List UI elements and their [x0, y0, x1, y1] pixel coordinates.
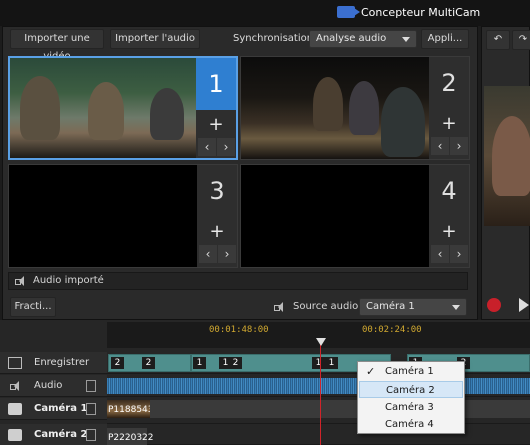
- camera-4-controls: 4 + ‹ ›: [429, 165, 469, 267]
- document-icon[interactable]: [86, 429, 96, 441]
- timecode: 00:02:24:00: [362, 325, 422, 335]
- audio-lane[interactable]: [107, 375, 530, 397]
- timeline-header-spacer: [0, 322, 107, 348]
- clip-name: P1188543: [108, 405, 154, 415]
- document-icon[interactable]: [86, 380, 96, 392]
- camera-chip[interactable]: 2: [142, 357, 155, 369]
- camera-2-lane[interactable]: P2220322: [107, 426, 530, 445]
- audio-status-bar: Audio importé: [8, 272, 468, 290]
- camera-1-prev-icon[interactable]: ‹: [198, 138, 216, 156]
- menu-item-camera-2[interactable]: Caméra 2: [359, 381, 463, 398]
- fraction-button[interactable]: Fracti...: [10, 297, 56, 317]
- audio-status-text: Audio importé: [33, 275, 104, 286]
- camera-2-prev-icon[interactable]: ‹: [431, 137, 449, 155]
- chevron-down-icon: [452, 305, 460, 310]
- track-header-record[interactable]: Enregistrer: [0, 352, 107, 374]
- camera-chip[interactable]: 2: [229, 357, 242, 369]
- apply-button[interactable]: Appli...: [421, 29, 469, 49]
- menu-item-label: Caméra 4: [385, 419, 434, 430]
- camera-view-1[interactable]: 1 + ‹ ›: [8, 56, 238, 160]
- source-speaker-icon: [274, 302, 286, 312]
- sync-dropdown[interactable]: Analyse audio: [309, 30, 417, 48]
- title-bar: Concepteur MultiCam: [0, 0, 530, 26]
- window-title: Concepteur MultiCam: [361, 6, 481, 19]
- menu-item-label: Caméra 1: [385, 366, 434, 377]
- audio-source-label: Source audio :: [293, 301, 365, 312]
- camera-3-next-icon[interactable]: ›: [218, 245, 236, 263]
- camera-2-add-icon[interactable]: +: [429, 115, 469, 133]
- camera-1-number: 1: [196, 58, 236, 110]
- camera-4-prev-icon[interactable]: ‹: [431, 245, 449, 263]
- audio-waveform: [107, 378, 530, 394]
- camera-context-menu: ✓ Caméra 1 Caméra 2 Caméra 3 Caméra 4: [357, 361, 465, 434]
- camera-4-add-icon[interactable]: +: [429, 223, 469, 241]
- menu-item-camera-1[interactable]: ✓ Caméra 1: [359, 363, 463, 380]
- undo-button[interactable]: ↶: [486, 30, 510, 50]
- sync-label: Synchronisation :: [233, 33, 320, 44]
- camera-view-4[interactable]: 4 + ‹ ›: [240, 164, 470, 268]
- camera-2-next-icon[interactable]: ›: [450, 137, 468, 155]
- audio-source-dropdown[interactable]: Caméra 1: [359, 298, 467, 316]
- camera-3-number: 3: [209, 177, 225, 205]
- redo-button[interactable]: ↷: [512, 30, 530, 50]
- timecode: 00:01:48:00: [209, 325, 269, 335]
- camera-4-number: 4: [441, 177, 457, 205]
- track-name: Audio: [34, 380, 63, 391]
- camera-2-preview: [241, 57, 429, 159]
- camera-1-lane[interactable]: P1188543: [107, 398, 530, 424]
- camera-chip[interactable]: 1: [193, 357, 206, 369]
- multicam-logo-icon: [337, 6, 360, 18]
- camera-3-prev-icon[interactable]: ‹: [199, 245, 217, 263]
- menu-item-label: Caméra 2: [386, 385, 435, 396]
- speaker-icon: [10, 381, 22, 391]
- play-icon[interactable]: [519, 298, 529, 312]
- camera-3-controls: 3 + ‹ ›: [197, 165, 237, 267]
- chevron-down-icon: [402, 37, 410, 42]
- track-name: Caméra 1: [34, 403, 88, 414]
- document-icon[interactable]: [86, 403, 96, 415]
- menu-item-camera-3[interactable]: Caméra 3: [359, 399, 463, 416]
- menu-item-label: Caméra 3: [385, 402, 434, 413]
- camera-1-clip[interactable]: P1188543: [107, 400, 154, 418]
- playhead-handle[interactable]: [316, 338, 326, 346]
- track-header-camera-2[interactable]: Caméra 2: [0, 424, 107, 445]
- speaker-icon: [15, 276, 27, 286]
- camera-1-clip-body[interactable]: [150, 400, 530, 418]
- track-name: Caméra 2: [34, 429, 88, 440]
- camera-3-add-icon[interactable]: +: [197, 223, 237, 241]
- monitor-icon: [8, 357, 22, 369]
- sync-value: Analyse audio: [316, 33, 387, 44]
- camera-chip[interactable]: 1: [325, 357, 338, 369]
- camera-1-add-icon[interactable]: +: [196, 116, 236, 134]
- track-header-camera-1[interactable]: Caméra 1: [0, 398, 107, 420]
- camera-chip[interactable]: 2: [111, 357, 124, 369]
- track-name: Enregistrer: [34, 357, 90, 368]
- import-audio-button[interactable]: Importer l'audio: [110, 29, 200, 49]
- camera-1-preview: [10, 58, 198, 158]
- camera-chip[interactable]: 1: [312, 357, 325, 369]
- camera-icon: [8, 429, 22, 441]
- checkmark-icon: ✓: [366, 365, 376, 378]
- clip-name: P2220322: [108, 433, 154, 443]
- camera-view-3[interactable]: 3 + ‹ ›: [8, 164, 238, 268]
- camera-4-next-icon[interactable]: ›: [450, 245, 468, 263]
- main-preview: [484, 86, 530, 226]
- import-video-button[interactable]: Importer une vidéo: [10, 29, 104, 62]
- camera-2-controls: 2 + ‹ ›: [429, 57, 469, 159]
- camera-1-next-icon[interactable]: ›: [217, 138, 235, 156]
- record-button[interactable]: [487, 298, 501, 312]
- undo-icon: ↶: [493, 34, 503, 45]
- track-header-audio[interactable]: Audio: [0, 375, 107, 397]
- camera-view-2[interactable]: 2 + ‹ ›: [240, 56, 470, 160]
- redo-icon: ↷: [518, 34, 528, 45]
- camera-2-number: 2: [441, 69, 457, 97]
- playhead-line[interactable]: [320, 338, 321, 445]
- record-lane[interactable]: 2 2 1 1 2 1 1 1 2: [107, 352, 530, 374]
- menu-item-camera-4[interactable]: Caméra 4: [359, 416, 463, 433]
- camera-icon: [8, 403, 22, 415]
- camera-2-clip[interactable]: P2220322: [107, 428, 154, 445]
- audio-source-value: Caméra 1: [366, 301, 415, 312]
- camera-1-controls: 1 + ‹ ›: [196, 58, 236, 158]
